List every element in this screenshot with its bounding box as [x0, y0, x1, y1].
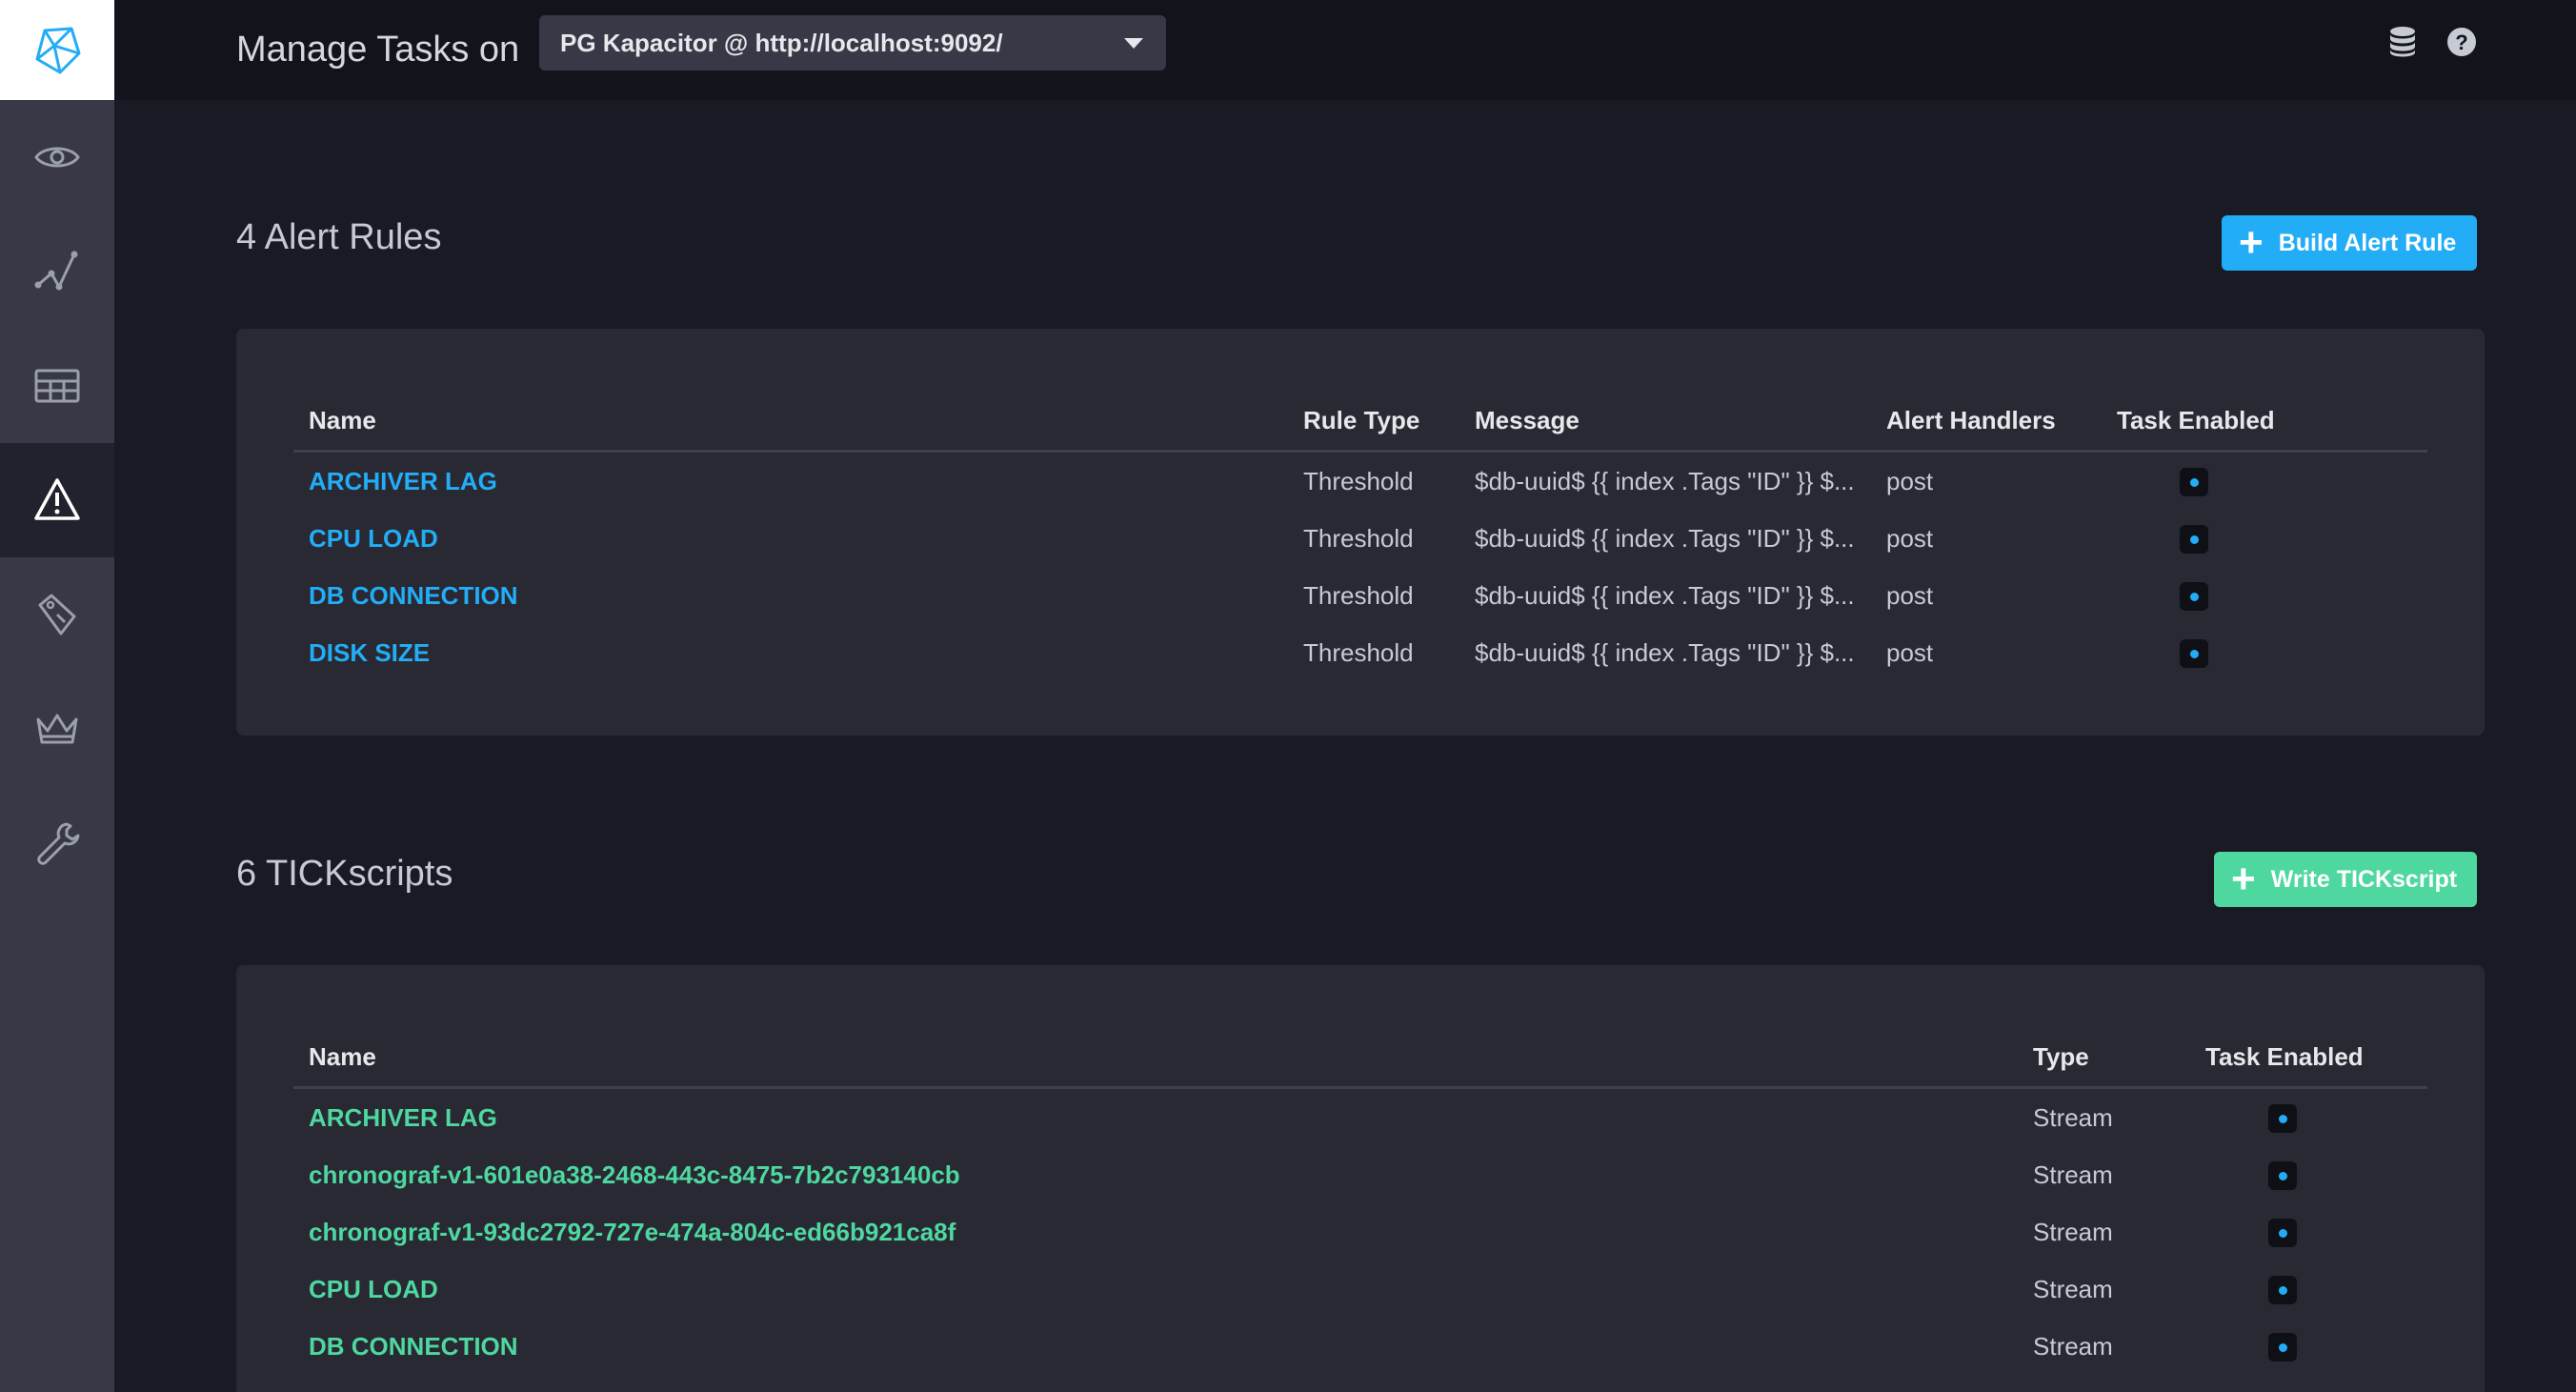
rule-type: Threshold — [1303, 466, 1414, 495]
table-header-row: Name Rule Type Message Alert Handlers Ta… — [293, 391, 2427, 453]
task-enabled-toggle[interactable] — [2180, 525, 2208, 555]
task-enabled-toggle[interactable] — [2268, 1104, 2297, 1134]
task-enabled-toggle[interactable] — [2268, 1219, 2297, 1248]
table-row: DB CONNECTION Threshold $db-uuid$ {{ ind… — [293, 567, 2427, 624]
selected-source: PG Kapacitor @ http://localhost:9092/ — [560, 28, 1003, 57]
sidebar-item-admin[interactable] — [0, 672, 114, 786]
dashboards-grid-icon — [34, 369, 80, 403]
svg-text:?: ? — [2455, 30, 2467, 54]
table-row: DB CONNECTION Stream — [293, 1318, 2427, 1375]
table-header-row: Name Type Task Enabled — [293, 1027, 2427, 1089]
table-row: ARCHIVER LAG Threshold $db-uuid$ {{ inde… — [293, 452, 2427, 511]
col-message[interactable]: Message — [1475, 391, 1886, 453]
col-type[interactable]: Type — [2033, 1027, 2205, 1089]
sidebar-item-data-explorer[interactable] — [0, 214, 114, 329]
build-alert-rule-button[interactable]: + Build Alert Rule — [2222, 215, 2477, 271]
sidebar-item-host-list[interactable] — [0, 100, 114, 214]
col-alert-handlers[interactable]: Alert Handlers — [1886, 391, 2117, 453]
rule-message: $db-uuid$ {{ index .Tags "ID" }} $... — [1475, 466, 1855, 495]
tickscript-type: Stream — [2033, 1331, 2113, 1361]
tickscript-name-link[interactable]: chronograf-v1-601e0a38-2468-443c-8475-7b… — [293, 1146, 2033, 1203]
rule-name-link[interactable]: ARCHIVER LAG — [293, 452, 1303, 511]
col-name[interactable]: Name — [293, 391, 1303, 453]
sidebar-item-configuration[interactable] — [0, 786, 114, 900]
tickscript-name-link[interactable]: ARCHIVER LAG — [293, 1088, 2033, 1147]
tickscript-type: Stream — [2033, 1274, 2113, 1303]
tickscripts-panel: Name Type Task Enabled ARCHIVER LAG Stre… — [236, 965, 2485, 1392]
rule-handlers: post — [1886, 637, 1934, 667]
caret-down-icon — [1124, 38, 1143, 49]
task-enabled-toggle[interactable] — [2180, 639, 2208, 669]
chronograf-logo[interactable] — [0, 0, 114, 100]
rule-message: $db-uuid$ {{ index .Tags "ID" }} $... — [1475, 523, 1855, 553]
rule-handlers: post — [1886, 466, 1934, 495]
rule-message: $db-uuid$ {{ index .Tags "ID" }} $... — [1475, 637, 1855, 667]
table-row: DISK SIZE Threshold $db-uuid$ {{ index .… — [293, 624, 2427, 681]
rule-handlers: post — [1886, 523, 1934, 553]
sidebar-item-dashboards[interactable] — [0, 329, 114, 443]
page-header: Manage Tasks on PG Kapacitor @ http://lo… — [114, 0, 2576, 100]
rule-type: Threshold — [1303, 637, 1414, 667]
write-tickscript-label: Write TICKscript — [2270, 865, 2458, 893]
table-row: chronograf-v1-93dc2792-727e-474a-804c-ed… — [293, 1203, 2427, 1261]
task-enabled-toggle[interactable] — [2268, 1333, 2297, 1362]
rule-type: Threshold — [1303, 523, 1414, 553]
database-icon[interactable] — [2385, 25, 2420, 59]
table-row: CPU LOAD Stream — [293, 1261, 2427, 1318]
table-row: chronograf-v1-601e0a38-2468-443c-8475-7b… — [293, 1146, 2427, 1203]
rule-name-link[interactable]: DB CONNECTION — [293, 567, 1303, 624]
rule-name-link[interactable]: DISK SIZE — [293, 624, 1303, 681]
build-alert-rule-label: Build Alert Rule — [2278, 229, 2457, 256]
table-row: CPU LOAD Threshold $db-uuid$ {{ index .T… — [293, 510, 2427, 567]
task-enabled-toggle[interactable] — [2180, 468, 2208, 497]
tickscripts-table: Name Type Task Enabled ARCHIVER LAG Stre… — [293, 1027, 2427, 1375]
task-enabled-toggle[interactable] — [2268, 1161, 2297, 1191]
col-task-enabled[interactable]: Task Enabled — [2205, 1027, 2427, 1089]
rule-name-link[interactable]: CPU LOAD — [293, 510, 1303, 567]
wrench-icon — [37, 822, 80, 865]
plus-icon: + — [2231, 856, 2256, 902]
tickscript-type: Stream — [2033, 1217, 2113, 1246]
graph-icon — [34, 251, 78, 291]
write-tickscript-button[interactable]: + Write TICKscript — [2214, 852, 2477, 907]
col-task-enabled[interactable]: Task Enabled — [2117, 391, 2427, 453]
sidebar-item-log-viewer[interactable] — [0, 557, 114, 672]
page-title: Manage Tasks on — [236, 30, 520, 70]
task-enabled-toggle[interactable] — [2180, 582, 2208, 612]
alert-rules-panel: Name Rule Type Message Alert Handlers Ta… — [236, 329, 2485, 736]
eye-icon — [34, 147, 80, 168]
logo-icon — [35, 27, 81, 73]
plus-icon: + — [2239, 219, 2264, 266]
tickscript-type: Stream — [2033, 1160, 2113, 1189]
rule-message: $db-uuid$ {{ index .Tags "ID" }} $... — [1475, 580, 1855, 610]
rule-type: Threshold — [1303, 580, 1414, 610]
kapacitor-source-dropdown[interactable]: PG Kapacitor @ http://localhost:9092/ — [539, 15, 1166, 71]
tickscript-name-link[interactable]: DB CONNECTION — [293, 1318, 2033, 1375]
col-rule-type[interactable]: Rule Type — [1303, 391, 1475, 453]
alert-rules-table: Name Rule Type Message Alert Handlers Ta… — [293, 391, 2427, 681]
tickscript-type: Stream — [2033, 1102, 2113, 1132]
task-enabled-toggle[interactable] — [2268, 1276, 2297, 1305]
help-icon[interactable]: ? — [2445, 25, 2479, 59]
table-row: ARCHIVER LAG Stream — [293, 1088, 2427, 1147]
sidebar-item-alerting[interactable] — [0, 443, 114, 557]
rule-handlers: post — [1886, 580, 1934, 610]
tag-icon — [38, 594, 76, 635]
tickscript-name-link[interactable]: chronograf-v1-93dc2792-727e-474a-804c-ed… — [293, 1203, 2033, 1261]
alert-triangle-icon — [34, 478, 80, 520]
tickscript-name-link[interactable]: CPU LOAD — [293, 1261, 2033, 1318]
crown-icon — [36, 714, 78, 744]
sidebar — [0, 0, 114, 1392]
col-name[interactable]: Name — [293, 1027, 2033, 1089]
tickscripts-title: 6 TICKscripts — [236, 854, 453, 894]
alert-rules-title: 4 Alert Rules — [236, 217, 442, 257]
